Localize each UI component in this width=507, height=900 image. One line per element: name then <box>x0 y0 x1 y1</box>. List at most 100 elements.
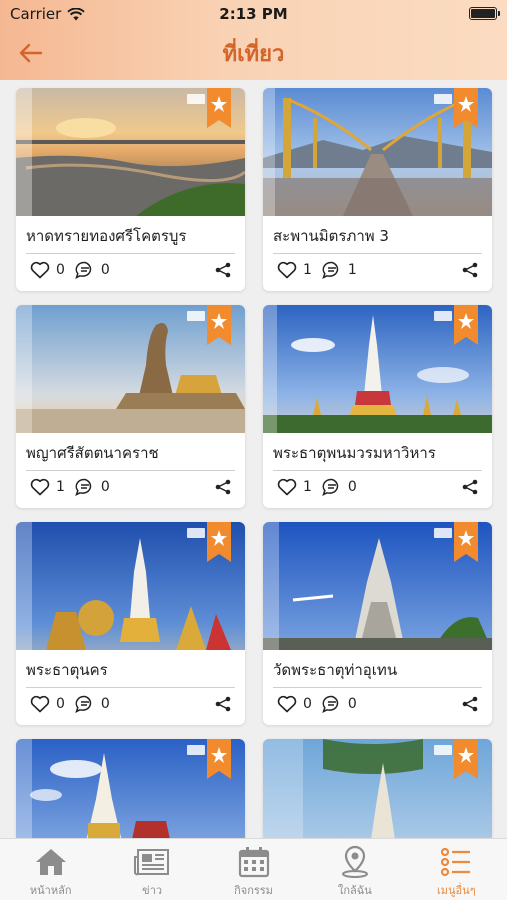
comment-icon <box>322 478 339 496</box>
tab-more[interactable]: เมนูอื่นๆ <box>406 839 507 900</box>
place-name: หาดทรายทองศรีโคตรบูร <box>26 227 187 245</box>
comment-button[interactable]: 0 <box>75 695 110 713</box>
share-button[interactable] <box>215 479 231 495</box>
place-card[interactable]: สะพานมิตรภาพ 3 1 1 <box>263 88 492 291</box>
place-card[interactable]: พระธาตุนคร 0 0 <box>16 522 245 725</box>
place-image <box>263 739 492 838</box>
menu-list-icon <box>437 845 475 879</box>
app-header: Carrier 2:13 PM ที่เที่ยว <box>0 0 507 80</box>
heart-icon <box>30 478 50 496</box>
share-icon <box>215 696 231 712</box>
place-image <box>16 88 245 216</box>
heart-icon <box>30 261 50 279</box>
battery-icon <box>469 7 500 20</box>
share-button[interactable] <box>462 479 478 495</box>
logo-watermark <box>187 528 205 538</box>
star-badge-icon <box>207 739 231 779</box>
like-count: 1 <box>303 479 312 495</box>
like-button[interactable]: 0 <box>30 261 65 279</box>
place-card[interactable]: วัดพระธาตุท่าอุเทน 0 0 <box>263 522 492 725</box>
share-icon <box>462 479 478 495</box>
share-icon <box>215 479 231 495</box>
place-image <box>16 522 245 650</box>
star-badge-icon <box>207 305 231 345</box>
place-card[interactable] <box>16 739 245 838</box>
share-button[interactable] <box>462 696 478 712</box>
heart-icon <box>277 478 297 496</box>
like-count: 0 <box>56 262 65 278</box>
comment-button[interactable]: 0 <box>322 695 357 713</box>
location-pin-icon <box>336 845 374 879</box>
logo-watermark <box>187 94 205 104</box>
heart-icon <box>277 261 297 279</box>
tab-events[interactable]: กิจกรรม <box>203 839 304 900</box>
place-image <box>16 305 245 433</box>
tab-bar: หน้าหลัก ข่าว กิจกรรม ใกล้ฉัน เมนูอื่นๆ <box>0 838 507 900</box>
like-count: 0 <box>303 696 312 712</box>
page-title: ที่เที่ยว <box>222 42 285 67</box>
like-button[interactable]: 0 <box>30 695 65 713</box>
tab-news[interactable]: ข่าว <box>101 839 202 900</box>
like-button[interactable]: 1 <box>277 478 312 496</box>
logo-watermark <box>434 745 452 755</box>
place-card[interactable] <box>263 739 492 838</box>
comment-count: 1 <box>347 262 357 278</box>
comment-icon <box>75 261 92 279</box>
star-badge-icon <box>207 88 231 128</box>
newspaper-icon <box>133 845 171 879</box>
star-badge-icon <box>454 88 478 128</box>
card-divider <box>26 470 235 471</box>
place-image <box>263 305 492 433</box>
comment-button[interactable]: 0 <box>75 261 110 279</box>
place-name: วัดพระธาตุท่าอุเทน <box>273 661 398 679</box>
comment-button[interactable]: 1 <box>322 261 357 279</box>
home-icon <box>32 845 70 879</box>
star-badge-icon <box>207 522 231 562</box>
like-count: 0 <box>56 696 65 712</box>
place-card[interactable]: หาดทรายทองศรีโคตรบูร 0 0 <box>16 88 245 291</box>
card-divider <box>273 687 482 688</box>
card-divider <box>26 253 235 254</box>
tab-nearby[interactable]: ใกล้ฉัน <box>304 839 405 900</box>
comment-button[interactable]: 0 <box>75 478 110 496</box>
tab-home-label: หน้าหลัก <box>29 884 72 897</box>
share-button[interactable] <box>215 262 231 278</box>
place-image <box>263 88 492 216</box>
share-button[interactable] <box>215 696 231 712</box>
logo-watermark <box>434 528 452 538</box>
place-card[interactable]: พญาศรีสัตตนาคราช 1 0 <box>16 305 245 508</box>
comment-count: 0 <box>347 479 357 495</box>
comment-icon <box>75 478 92 496</box>
calendar-icon <box>235 845 273 879</box>
place-image <box>263 522 492 650</box>
place-name: พญาศรีสัตตนาคราช <box>26 444 159 462</box>
like-count: 1 <box>56 479 65 495</box>
place-name: สะพานมิตรภาพ 3 <box>273 227 389 245</box>
like-button[interactable]: 1 <box>277 261 312 279</box>
share-icon <box>215 262 231 278</box>
share-button[interactable] <box>462 262 478 278</box>
tab-nearby-label: ใกล้ฉัน <box>338 884 372 897</box>
card-divider <box>26 687 235 688</box>
comment-icon <box>322 261 339 279</box>
share-icon <box>462 262 478 278</box>
comment-count: 0 <box>347 696 357 712</box>
like-count: 1 <box>303 262 312 278</box>
places-grid: หาดทรายทองศรีโคตรบูร 0 0 สะพานมิตรภาพ 3 … <box>0 80 507 838</box>
comment-count: 0 <box>100 696 110 712</box>
card-actions: 0 0 <box>277 692 478 716</box>
star-badge-icon <box>454 305 478 345</box>
star-badge-icon <box>454 739 478 779</box>
logo-watermark <box>187 311 205 321</box>
like-button[interactable]: 1 <box>30 478 65 496</box>
heart-icon <box>30 695 50 713</box>
place-card[interactable]: พระธาตุพนมวรมหาวิหาร 1 0 <box>263 305 492 508</box>
comment-button[interactable]: 0 <box>322 478 357 496</box>
logo-watermark <box>434 94 452 104</box>
card-actions: 1 1 <box>277 258 478 282</box>
like-button[interactable]: 0 <box>277 695 312 713</box>
status-bar: Carrier 2:13 PM <box>0 0 507 28</box>
status-time: 2:13 PM <box>219 5 288 23</box>
share-icon <box>462 696 478 712</box>
tab-home[interactable]: หน้าหลัก <box>0 839 101 900</box>
